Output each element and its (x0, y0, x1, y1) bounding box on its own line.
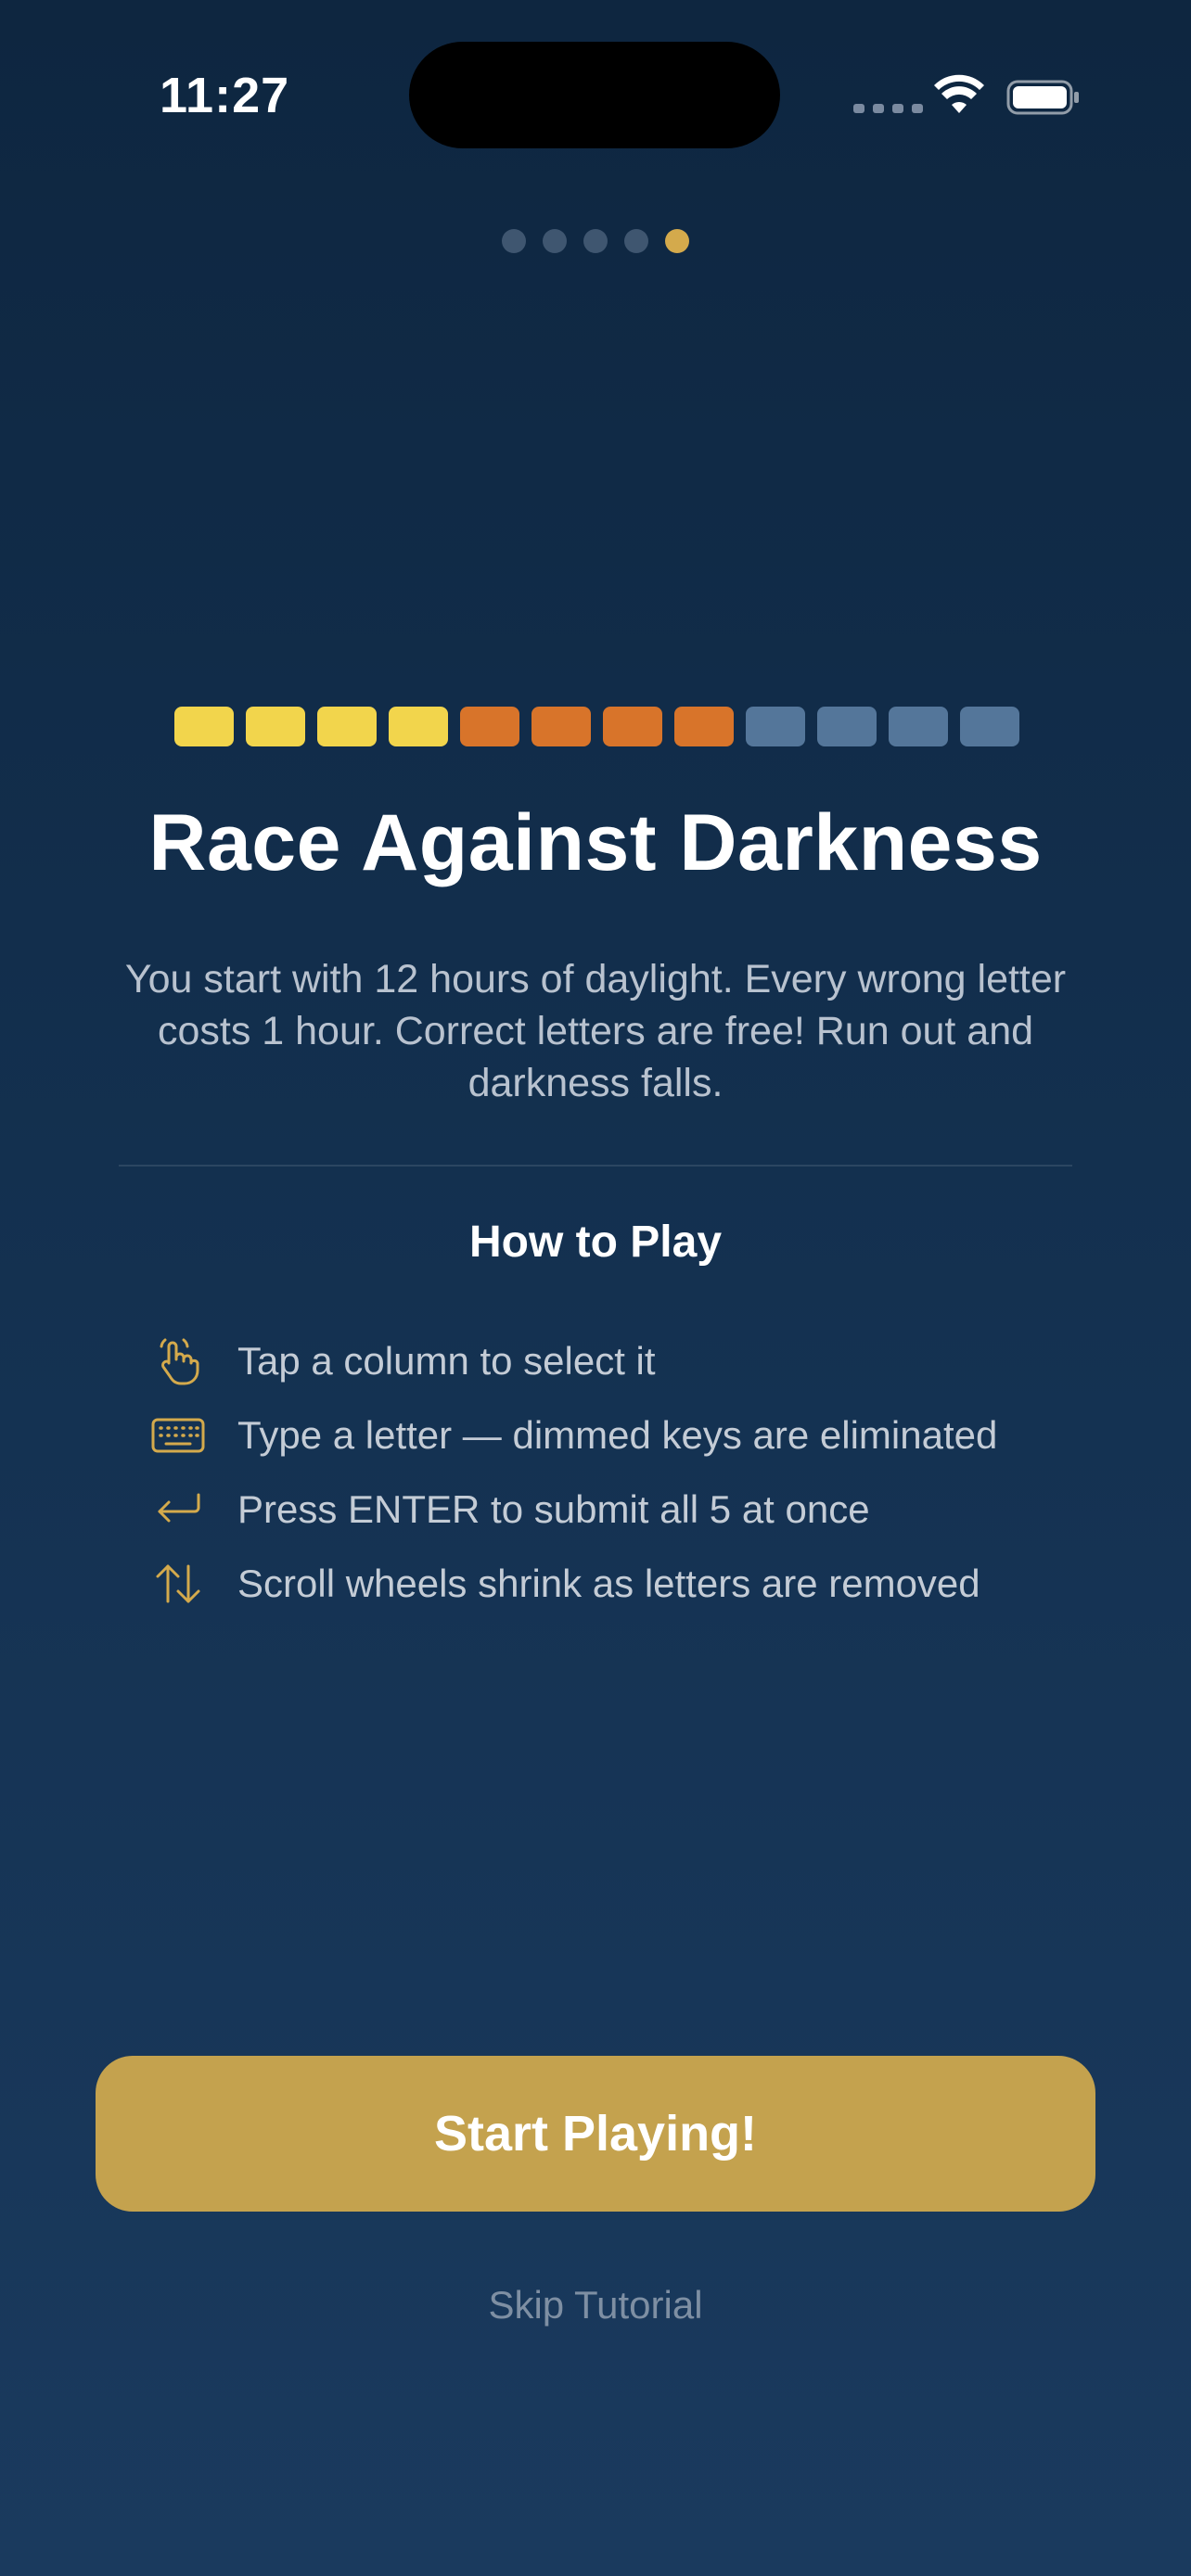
list-item: Scroll wheels shrink as letters are remo… (148, 1547, 1076, 1621)
wifi-icon (934, 74, 984, 113)
rule-text: Scroll wheels shrink as letters are remo… (237, 1562, 980, 1605)
daylight-hours-bar (174, 707, 1019, 746)
up-down-arrows-icon (148, 1558, 208, 1610)
dynamic-island (409, 42, 780, 148)
list-item: Press ENTER to submit all 5 at once (148, 1473, 1076, 1547)
tutorial-page-indicator (0, 229, 1191, 253)
divider (119, 1165, 1072, 1167)
list-item: Type a letter — dimmed keys are eliminat… (148, 1398, 1076, 1473)
hour-segment-dark (746, 707, 805, 746)
page-dot (502, 229, 526, 253)
hour-segment-bright (246, 707, 305, 746)
how-to-play-heading: How to Play (468, 1218, 723, 1267)
page-dot (583, 229, 608, 253)
hour-segment-bright (174, 707, 234, 746)
hour-segment-dusk (603, 707, 662, 746)
status-time: 11:27 (160, 68, 290, 123)
rule-text: Press ENTER to submit all 5 at once (237, 1487, 870, 1531)
page-title: Race Against Darkness (148, 798, 1043, 887)
rule-text: Tap a column to select it (237, 1339, 656, 1383)
skip-tutorial-link[interactable]: Skip Tutorial (0, 2283, 1191, 2327)
battery-icon (1006, 80, 1079, 115)
hour-segment-dark (889, 707, 948, 746)
page-dot (624, 229, 648, 253)
rules-list: Tap a column to select it Type a letter … (148, 1324, 1076, 1621)
list-item: Tap a column to select it (148, 1324, 1076, 1398)
hour-segment-dusk (531, 707, 591, 746)
page-dot (543, 229, 567, 253)
hour-segment-dark (817, 707, 877, 746)
hour-segment-bright (317, 707, 377, 746)
hour-segment-dark (960, 707, 1019, 746)
rule-text: Type a letter — dimmed keys are eliminat… (237, 1413, 998, 1457)
return-arrow-icon (148, 1484, 208, 1536)
tap-hand-icon (148, 1335, 208, 1387)
cellular-signal-icon (853, 104, 923, 113)
description-text: You start with 12 hours of daylight. Eve… (124, 957, 1067, 1105)
status-bar: 11:27 (0, 0, 1191, 185)
page-dot (665, 229, 689, 253)
hour-segment-dusk (460, 707, 519, 746)
hour-segment-dusk (674, 707, 734, 746)
keyboard-icon (148, 1409, 208, 1461)
start-playing-button[interactable]: Start Playing! (96, 2056, 1095, 2212)
hour-segment-bright (389, 707, 448, 746)
